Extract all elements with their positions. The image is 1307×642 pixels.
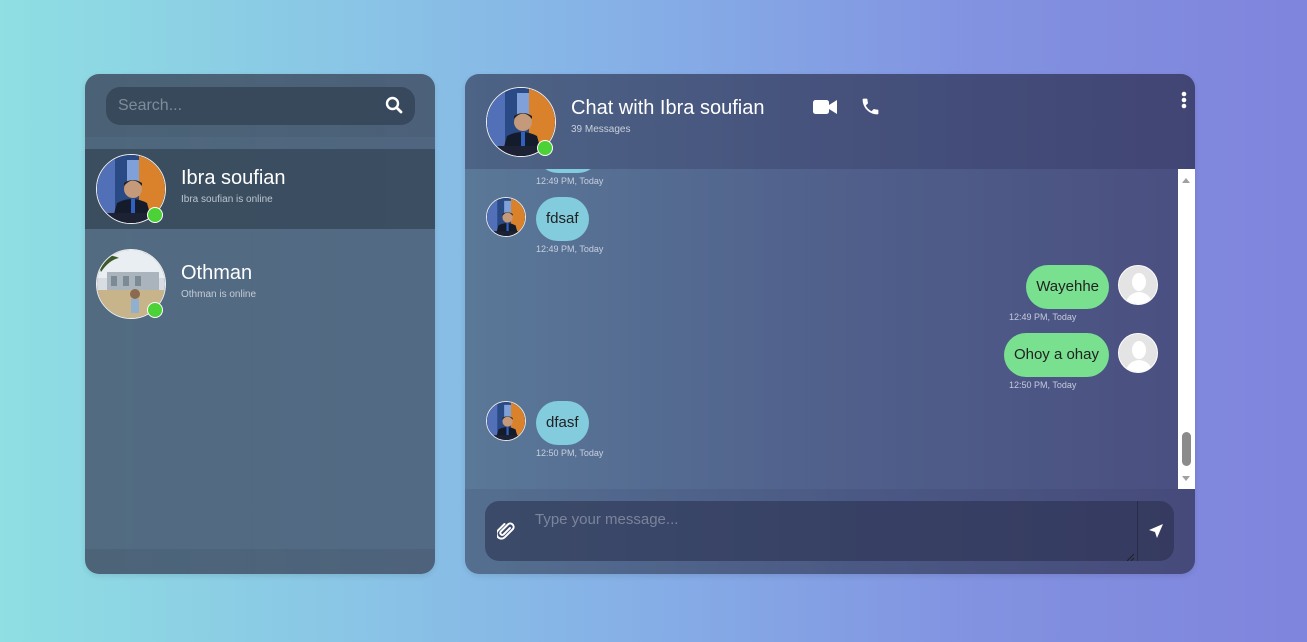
message-bubble: dfasf xyxy=(536,401,589,445)
contact-status: Othman is online xyxy=(181,288,257,300)
message-bubble: Wayehhe xyxy=(1026,265,1109,309)
chat-panel: Chat with Ibra soufian 39 Messages 12:49… xyxy=(465,74,1195,574)
avatar xyxy=(486,197,526,237)
message-time: 12:50 PM, Today xyxy=(536,448,604,458)
scroll-down-arrow-icon[interactable] xyxy=(1182,476,1190,481)
contact-name: Ibra soufian xyxy=(181,166,286,189)
message-bubble: Ohoy a ohay xyxy=(1003,333,1109,377)
avatar xyxy=(1118,265,1158,305)
message-scrollbar[interactable] xyxy=(1178,169,1195,489)
chat-avatar-wrap xyxy=(486,87,556,157)
contacts-divider xyxy=(85,137,435,149)
paper-plane-icon xyxy=(1149,524,1163,538)
contact-status: Ibra soufian is online xyxy=(181,193,273,205)
contact-avatar-wrap xyxy=(96,154,166,224)
scroll-thumb[interactable] xyxy=(1182,432,1191,466)
avatar xyxy=(1118,333,1158,373)
contacts-footer xyxy=(85,549,435,574)
send-button[interactable] xyxy=(1137,501,1174,561)
chat-header: Chat with Ibra soufian 39 Messages xyxy=(465,74,1195,169)
chat-footer xyxy=(465,489,1195,574)
message-composer xyxy=(485,501,1174,561)
contacts-panel: Ibra soufian Ibra soufian is online Othm… xyxy=(85,74,435,574)
phone-icon[interactable] xyxy=(860,96,881,117)
contact-item-ibra-soufian[interactable]: Ibra soufian Ibra soufian is online xyxy=(85,149,435,229)
message-time: 12:50 PM, Today xyxy=(1009,380,1077,390)
message-time: 12:49 PM, Today xyxy=(1009,312,1077,322)
message-bubble-clipped xyxy=(536,169,600,173)
online-indicator xyxy=(537,140,553,156)
message-count: 39 Messages xyxy=(571,124,631,135)
message-bubble: fdsaf xyxy=(536,197,589,241)
search-input[interactable] xyxy=(106,87,415,125)
chat-title: Chat with Ibra soufian xyxy=(571,97,765,119)
contact-avatar-wrap xyxy=(96,249,166,319)
message-list[interactable]: 12:49 PM, Today fdsaf 12:49 PM, Today Wa… xyxy=(465,169,1178,489)
contact-info: Othman Othman is online xyxy=(181,261,256,300)
contacts-header xyxy=(85,74,435,137)
avatar xyxy=(486,401,526,441)
scroll-up-arrow-icon[interactable] xyxy=(1182,178,1190,183)
contact-item-othman[interactable]: Othman Othman is online xyxy=(85,244,435,324)
online-indicator xyxy=(147,207,163,223)
search-icon[interactable] xyxy=(385,96,405,116)
contact-name: Othman xyxy=(181,261,253,284)
message-input[interactable] xyxy=(525,501,1137,561)
chat-title-block: Chat with Ibra soufian 39 Messages xyxy=(571,97,764,135)
message-time: 12:49 PM, Today xyxy=(536,176,604,186)
online-indicator xyxy=(147,302,163,318)
message-time: 12:49 PM, Today xyxy=(536,244,604,254)
search-box xyxy=(106,87,415,125)
video-camera-icon[interactable] xyxy=(813,98,837,116)
paperclip-icon[interactable] xyxy=(495,521,515,541)
resize-grip-icon[interactable] xyxy=(1125,549,1135,561)
vertical-ellipsis-icon[interactable] xyxy=(1181,91,1187,109)
contact-info: Ibra soufian Ibra soufian is online xyxy=(181,166,286,205)
